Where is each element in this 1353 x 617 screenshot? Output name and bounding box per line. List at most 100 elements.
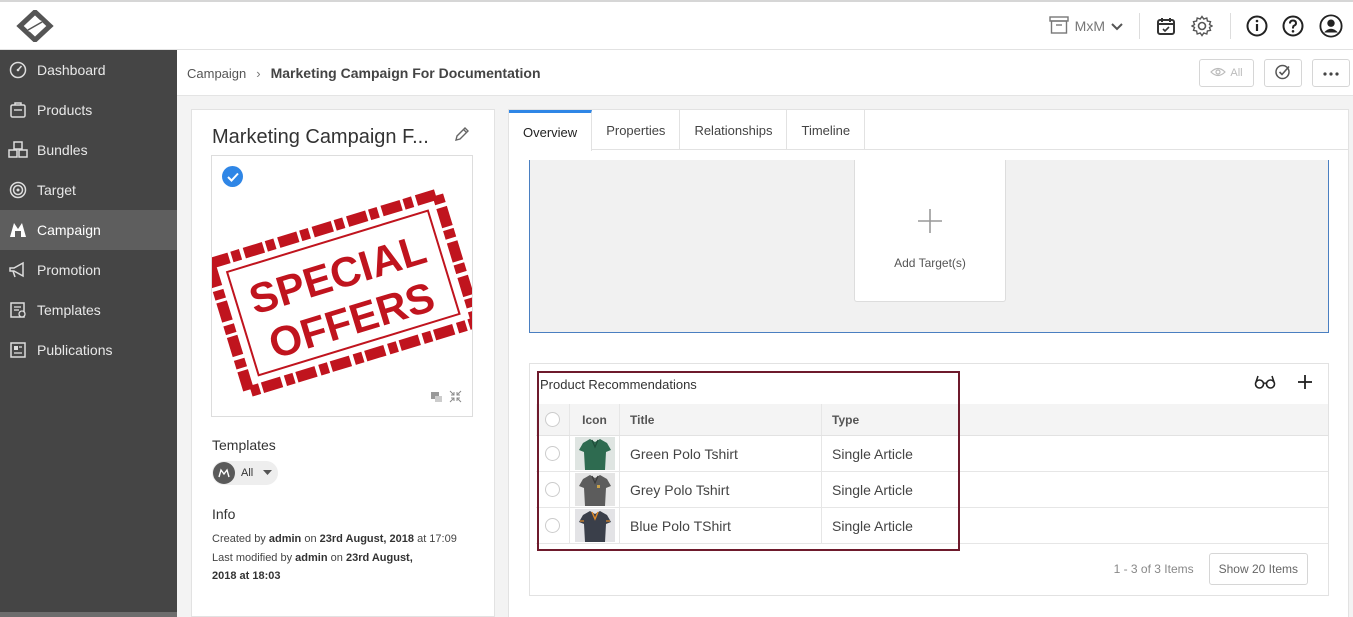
- sidebar-item-campaign[interactable]: Campaign: [0, 210, 177, 250]
- campaign-title: Marketing Campaign F...: [212, 126, 429, 148]
- chevron-down-icon: [1111, 18, 1123, 34]
- user-avatar-icon[interactable]: [1319, 14, 1343, 38]
- row-select-radio[interactable]: [545, 482, 560, 497]
- table-row[interactable]: Blue Polo TShirt Single Article: [536, 508, 1328, 544]
- column-header-icon[interactable]: Icon: [570, 404, 620, 435]
- divider: [1230, 13, 1231, 39]
- column-header-title[interactable]: Title: [620, 404, 822, 435]
- publications-icon: [8, 340, 28, 360]
- target-icon: [8, 180, 28, 200]
- show-items-button[interactable]: Show 20 Items: [1208, 553, 1308, 585]
- sidebar-item-promotion[interactable]: Promotion: [0, 250, 177, 290]
- item-count: 1 - 3 of 3 Items: [1113, 562, 1194, 576]
- breadcrumb: Campaign › Marketing Campaign For Docume…: [187, 65, 541, 81]
- column-header-type[interactable]: Type: [822, 404, 958, 435]
- created-prefix: Created by: [212, 533, 266, 545]
- products-icon: [8, 100, 28, 120]
- sidebar-item-label: Templates: [37, 302, 101, 318]
- add-target-label: Add Target(s): [894, 256, 966, 270]
- info-heading: Info: [212, 506, 236, 522]
- info-icon[interactable]: [1245, 14, 1269, 38]
- approve-button[interactable]: [1264, 59, 1302, 87]
- sidebar: Dashboard Products Bundles Target Campai…: [0, 50, 177, 617]
- breadcrumb-bar: Campaign › Marketing Campaign For Docume…: [177, 50, 1353, 96]
- row-title: Grey Polo Tshirt: [620, 472, 822, 507]
- caret-down-icon: [263, 467, 273, 479]
- scrollbar[interactable]: [1344, 155, 1348, 617]
- collapse-icon[interactable]: [449, 390, 462, 408]
- row-type: Single Article: [832, 481, 913, 498]
- calendar-icon[interactable]: [1154, 14, 1178, 38]
- overview-content[interactable]: Add Target(s) Product Recommendations Ic…: [509, 155, 1348, 617]
- tab-overview[interactable]: Overview: [509, 110, 593, 151]
- table-row[interactable]: Green Polo Tshirt Single Article: [536, 436, 1328, 472]
- grid-header: Icon Title Type: [536, 404, 1328, 436]
- sidebar-footer: [0, 612, 177, 617]
- sidebar-item-label: Promotion: [37, 262, 101, 278]
- modified-year-time: 2018 at 18:03: [212, 570, 281, 582]
- add-recommendation-icon[interactable]: [1298, 375, 1312, 394]
- created-info: Created by admin on 23rd August, 2018 at…: [212, 530, 457, 548]
- select-all-cell[interactable]: [536, 404, 570, 435]
- workspace-selector[interactable]: MxM: [1048, 13, 1140, 39]
- sidebar-item-label: Dashboard: [37, 62, 106, 78]
- template-avatar-icon: [213, 462, 235, 484]
- app-logo[interactable]: [16, 8, 54, 44]
- tab-timeline[interactable]: Timeline: [787, 110, 866, 150]
- targets-section: Add Target(s): [529, 160, 1329, 333]
- sidebar-item-label: Products: [37, 102, 93, 118]
- ellipsis-icon: [1323, 67, 1339, 79]
- campaign-image[interactable]: SPECIAL OFFERS: [211, 155, 473, 417]
- row-select-radio[interactable]: [545, 518, 560, 533]
- product-thumbnail: [570, 436, 620, 471]
- selected-check-icon[interactable]: [222, 166, 243, 187]
- created-on: on: [304, 533, 317, 545]
- view-filter-button[interactable]: All: [1199, 59, 1254, 87]
- created-time: at 17:09: [417, 533, 457, 545]
- add-target-card[interactable]: Add Target(s): [854, 160, 1006, 302]
- modified-on: on: [330, 552, 343, 564]
- plus-icon: [917, 208, 943, 239]
- campaign-content-panel: Overview Properties Relationships Timeli…: [508, 109, 1349, 617]
- more-options-button[interactable]: [1312, 59, 1350, 87]
- sidebar-item-label: Publications: [37, 342, 113, 358]
- sidebar-item-bundles[interactable]: Bundles: [0, 130, 177, 170]
- check-badge-icon: [1274, 63, 1292, 84]
- modified-by-user: admin: [295, 552, 328, 564]
- sidebar-item-target[interactable]: Target: [0, 170, 177, 210]
- tab-properties[interactable]: Properties: [592, 110, 681, 150]
- breadcrumb-separator: ›: [256, 65, 261, 81]
- template-chip[interactable]: All: [212, 461, 278, 485]
- sidebar-item-templates[interactable]: Templates: [0, 290, 177, 330]
- product-thumbnail: [570, 508, 620, 543]
- sidebar-item-publications[interactable]: Publications: [0, 330, 177, 370]
- row-select-radio[interactable]: [545, 446, 560, 461]
- table-row[interactable]: Grey Polo Tshirt Single Article: [536, 472, 1328, 508]
- sidebar-item-label: Bundles: [37, 142, 88, 158]
- replace-image-icon[interactable]: [430, 390, 443, 408]
- campaign-detail-panel: Marketing Campaign F... SPECIAL OFFERS T…: [191, 109, 495, 617]
- help-icon[interactable]: [1281, 14, 1305, 38]
- breadcrumb-parent[interactable]: Campaign: [187, 66, 246, 81]
- top-bar: MxM: [0, 0, 1353, 50]
- gear-icon[interactable]: [1190, 14, 1214, 38]
- modified-info: Last modified by admin on 23rd August,: [212, 549, 413, 567]
- edit-pencil-icon[interactable]: [454, 126, 470, 147]
- eye-icon: [1210, 67, 1227, 80]
- recommendations-grid: Icon Title Type Green Polo Tshirt Single…: [536, 404, 1328, 544]
- glasses-icon[interactable]: [1254, 375, 1276, 394]
- archive-icon: [1048, 15, 1069, 37]
- modified-prefix: Last modified by: [212, 552, 293, 564]
- created-by-user: admin: [268, 533, 302, 545]
- modified-date: 23rd August,: [345, 552, 413, 564]
- select-all-radio[interactable]: [545, 412, 560, 427]
- dashboard-icon: [8, 60, 28, 80]
- created-date: 23rd August, 2018: [319, 533, 415, 545]
- product-recommendations-section: Product Recommendations Icon Title Type: [529, 363, 1329, 596]
- sidebar-item-products[interactable]: Products: [0, 90, 177, 130]
- campaign-icon: [8, 220, 28, 240]
- sidebar-item-dashboard[interactable]: Dashboard: [0, 50, 177, 90]
- tab-relationships[interactable]: Relationships: [680, 110, 788, 150]
- template-chip-label: All: [241, 467, 254, 479]
- row-type: Single Article: [832, 517, 913, 534]
